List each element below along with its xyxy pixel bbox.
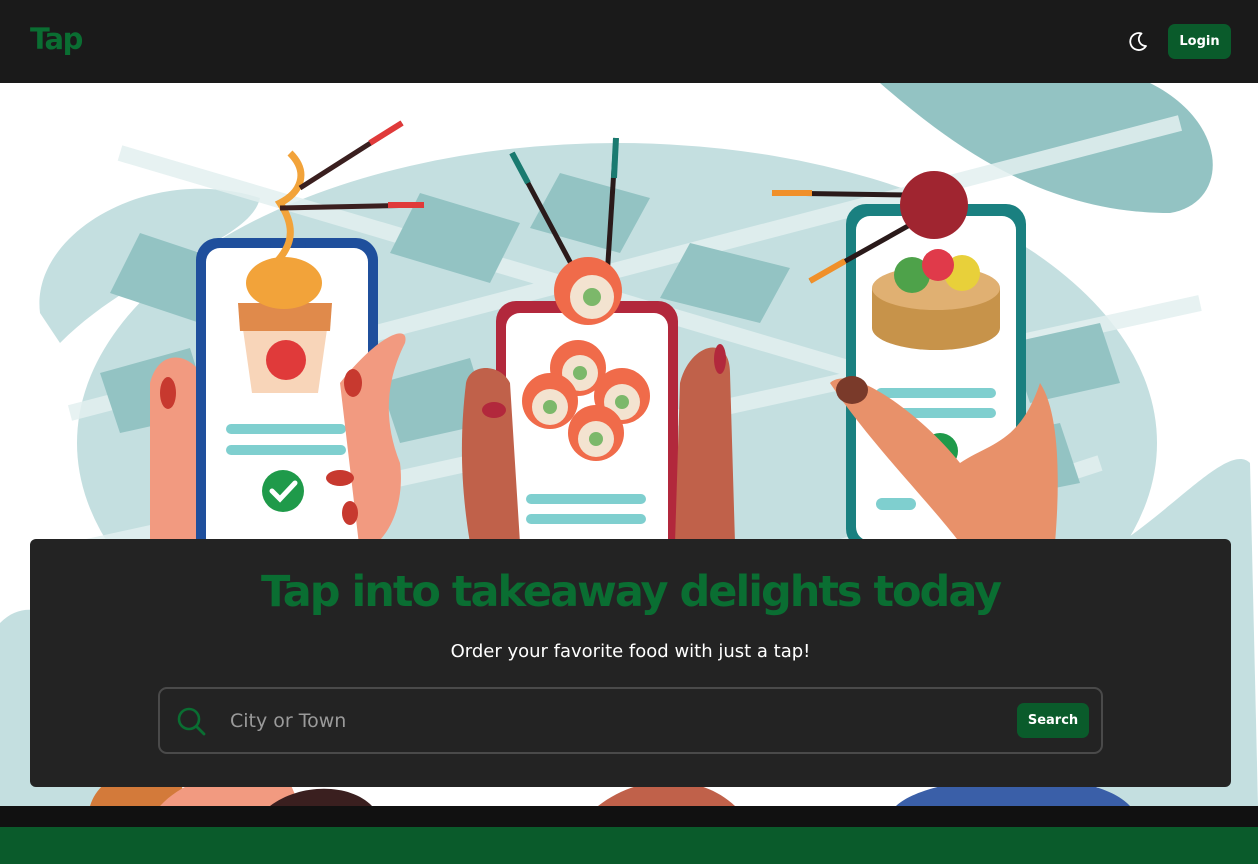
hero-headline: Tap into takeaway delights today xyxy=(260,567,1002,617)
search-bar[interactable]: Search xyxy=(158,687,1103,754)
search-icon xyxy=(176,706,206,736)
hero-section: Tap into takeaway delights today Order y… xyxy=(0,83,1258,806)
city-search-input[interactable] xyxy=(230,703,990,739)
footer-band xyxy=(0,827,1258,864)
search-card: Tap into takeaway delights today Order y… xyxy=(30,539,1231,787)
logo[interactable]: Tap xyxy=(30,22,83,56)
login-button[interactable]: Login xyxy=(1168,24,1231,59)
section-divider xyxy=(0,806,1258,827)
navbar: Tap Login xyxy=(0,0,1258,83)
search-button[interactable]: Search xyxy=(1017,703,1089,738)
moon-icon[interactable] xyxy=(1124,27,1152,55)
hero-subheadline: Order your favorite food with just a tap… xyxy=(450,641,811,662)
